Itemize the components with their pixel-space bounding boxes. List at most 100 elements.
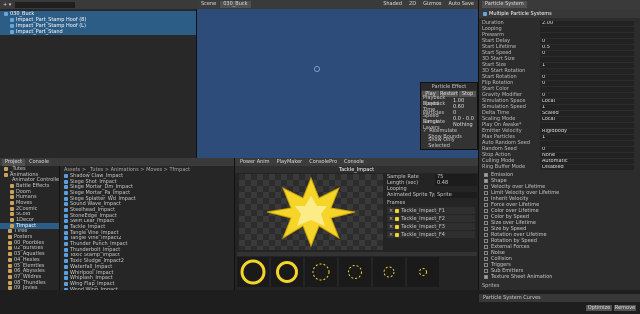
shaded-dropdown[interactable]: Shaded — [380, 1, 406, 8]
optimize-button[interactable]: Optimize — [586, 305, 612, 311]
folder-icon — [10, 189, 14, 194]
project-folder-tree: _Tutes Animations Animator Controller Battl… — [0, 166, 60, 290]
remove-frame-icon[interactable]: × — [389, 232, 393, 238]
property-value[interactable] — [540, 122, 634, 128]
module-check-icon[interactable] — [484, 197, 488, 201]
property-value[interactable]: 0.5 — [540, 44, 634, 50]
curves-header[interactable]: Particle System Curves — [479, 294, 640, 302]
property-value[interactable]: Rigidbody — [540, 128, 634, 134]
object-tab[interactable]: 030_Buck — [220, 1, 251, 8]
timeline-ruler — [237, 252, 477, 256]
hierarchy-add-icon[interactable]: + ▾ — [3, 2, 11, 8]
frame-thumbnail[interactable] — [339, 257, 371, 287]
module-check-icon[interactable] — [484, 215, 488, 219]
frame-thumbnail[interactable] — [271, 257, 303, 287]
property-value[interactable]: 0 — [540, 92, 634, 98]
property-value[interactable]: 0 — [540, 146, 634, 152]
pe-option[interactable]: Show Only Selected — [421, 137, 477, 149]
module-check-icon[interactable] — [484, 185, 488, 189]
remove-frame-icon[interactable]: × — [389, 216, 393, 222]
console-tab[interactable]: Console — [26, 158, 52, 166]
property-value[interactable]: Scaled — [540, 110, 634, 116]
property-value[interactable]: Local — [540, 116, 634, 122]
playmaker-tab[interactable]: PlayMaker — [273, 158, 306, 166]
folder-icon — [8, 286, 12, 290]
module-check-icon[interactable] — [484, 239, 488, 243]
property-value[interactable]: 0 — [540, 74, 634, 80]
property-value[interactable]: Automatic — [540, 158, 634, 164]
module-check-icon[interactable] — [484, 209, 488, 213]
property-value[interactable]: None — [540, 152, 634, 158]
module-check-icon[interactable] — [484, 203, 488, 207]
asset-icon — [64, 213, 68, 218]
power-anim-tab[interactable]: Power Anim — [237, 158, 273, 166]
sprite-setting-value[interactable]: 0.48 — [435, 180, 477, 186]
module-check-icon[interactable] — [484, 245, 488, 249]
module-check-icon[interactable] — [484, 257, 488, 261]
property-value[interactable] — [540, 68, 634, 74]
folder-icon — [8, 263, 12, 268]
2d-toggle[interactable]: 2D — [406, 1, 420, 8]
property-value[interactable] — [540, 86, 634, 92]
sprite-title: Tackle_Impact — [235, 166, 478, 173]
console2-tab[interactable]: Console — [341, 158, 367, 166]
hierarchy-item[interactable]: Impact_Part_Stand — [0, 29, 196, 35]
folder-icon — [10, 223, 14, 228]
scene-tab[interactable]: Scene — [198, 1, 220, 8]
frame-row[interactable]: × Tackle_Impact_F3 — [387, 223, 475, 230]
property-value[interactable] — [540, 56, 634, 62]
remove-button[interactable]: Remove — [614, 305, 636, 311]
hierarchy-search-input[interactable] — [15, 1, 76, 8]
sprite-setting-row[interactable]: Animated Sprite TypeSprite — [387, 192, 477, 198]
frame-thumbnail[interactable] — [305, 257, 337, 287]
module-check-icon[interactable] — [484, 179, 488, 183]
module-check-icon[interactable] — [484, 263, 488, 267]
property-value[interactable]: Local — [540, 98, 634, 104]
gameobject-icon — [10, 24, 14, 28]
module-check-icon[interactable] — [484, 227, 488, 231]
property-value[interactable] — [540, 26, 634, 32]
breadcrumb[interactable]: Assets > _Tutes > Animations > Moves > T… — [60, 166, 234, 173]
property-value[interactable] — [540, 140, 634, 146]
remove-frame-icon[interactable]: × — [389, 208, 393, 214]
thumbnail-star-icon — [348, 265, 362, 279]
property-value[interactable]: 0 — [540, 50, 634, 56]
sprite-setting-value[interactable]: Sprite — [435, 192, 477, 198]
folder-item[interactable]: 09_Jovies — [0, 285, 59, 290]
consolepro-tab[interactable]: ConsolePro — [306, 158, 340, 166]
module-check-icon[interactable] — [484, 173, 488, 177]
gizmos-dropdown[interactable]: Gizmos — [420, 1, 445, 8]
project-tab[interactable]: Project — [2, 158, 26, 166]
property-value[interactable] — [540, 32, 634, 38]
inspector-property[interactable]: Ring Buffer Mode Disabled — [479, 164, 640, 170]
module-check-icon[interactable] — [484, 221, 488, 225]
property-value[interactable]: 0 — [540, 80, 634, 86]
frames-list: × Tackle_Impact_F1 × Tackle_Impact_F2 × Tackl… — [387, 207, 475, 239]
particle-system-tab[interactable]: Particle System — [482, 1, 527, 8]
module-toggle[interactable]: Texture Sheet Animation — [479, 274, 640, 280]
frame-row[interactable]: × Tackle_Impact_F1 — [387, 207, 475, 214]
module-check-icon[interactable] — [484, 191, 488, 195]
asset-icon — [64, 202, 68, 207]
module-check-icon[interactable] — [484, 269, 488, 273]
remove-frame-icon[interactable]: × — [389, 224, 393, 230]
auto-save-toggle[interactable]: Auto Save — [445, 1, 477, 8]
stop-button[interactable]: Stop — [459, 91, 477, 97]
property-value[interactable]: 1 — [540, 134, 634, 140]
module-check-icon[interactable] — [484, 275, 488, 279]
module-check-icon[interactable] — [484, 251, 488, 255]
property-value[interactable]: 0 — [540, 38, 634, 44]
module-check-icon[interactable] — [484, 233, 488, 237]
frame-thumbnail[interactable] — [407, 257, 439, 287]
render-mode-row: Sprites — [479, 282, 640, 290]
property-value[interactable]: 2.00 — [540, 20, 634, 26]
frame-thumbnail[interactable] — [237, 257, 269, 287]
property-value[interactable]: Disabled — [540, 164, 634, 170]
frame-thumbnail[interactable] — [373, 257, 405, 287]
property-value[interactable]: 1 — [540, 62, 634, 68]
check-icon[interactable] — [423, 140, 426, 146]
frame-row[interactable]: × Tackle_Impact_F4 — [387, 231, 475, 238]
frame-row[interactable]: × Tackle_Impact_F2 — [387, 215, 475, 222]
property-value[interactable]: 1 — [540, 104, 634, 110]
editor-tab-bar: Power Anim PlayMaker ConsolePro Console — [235, 158, 478, 166]
